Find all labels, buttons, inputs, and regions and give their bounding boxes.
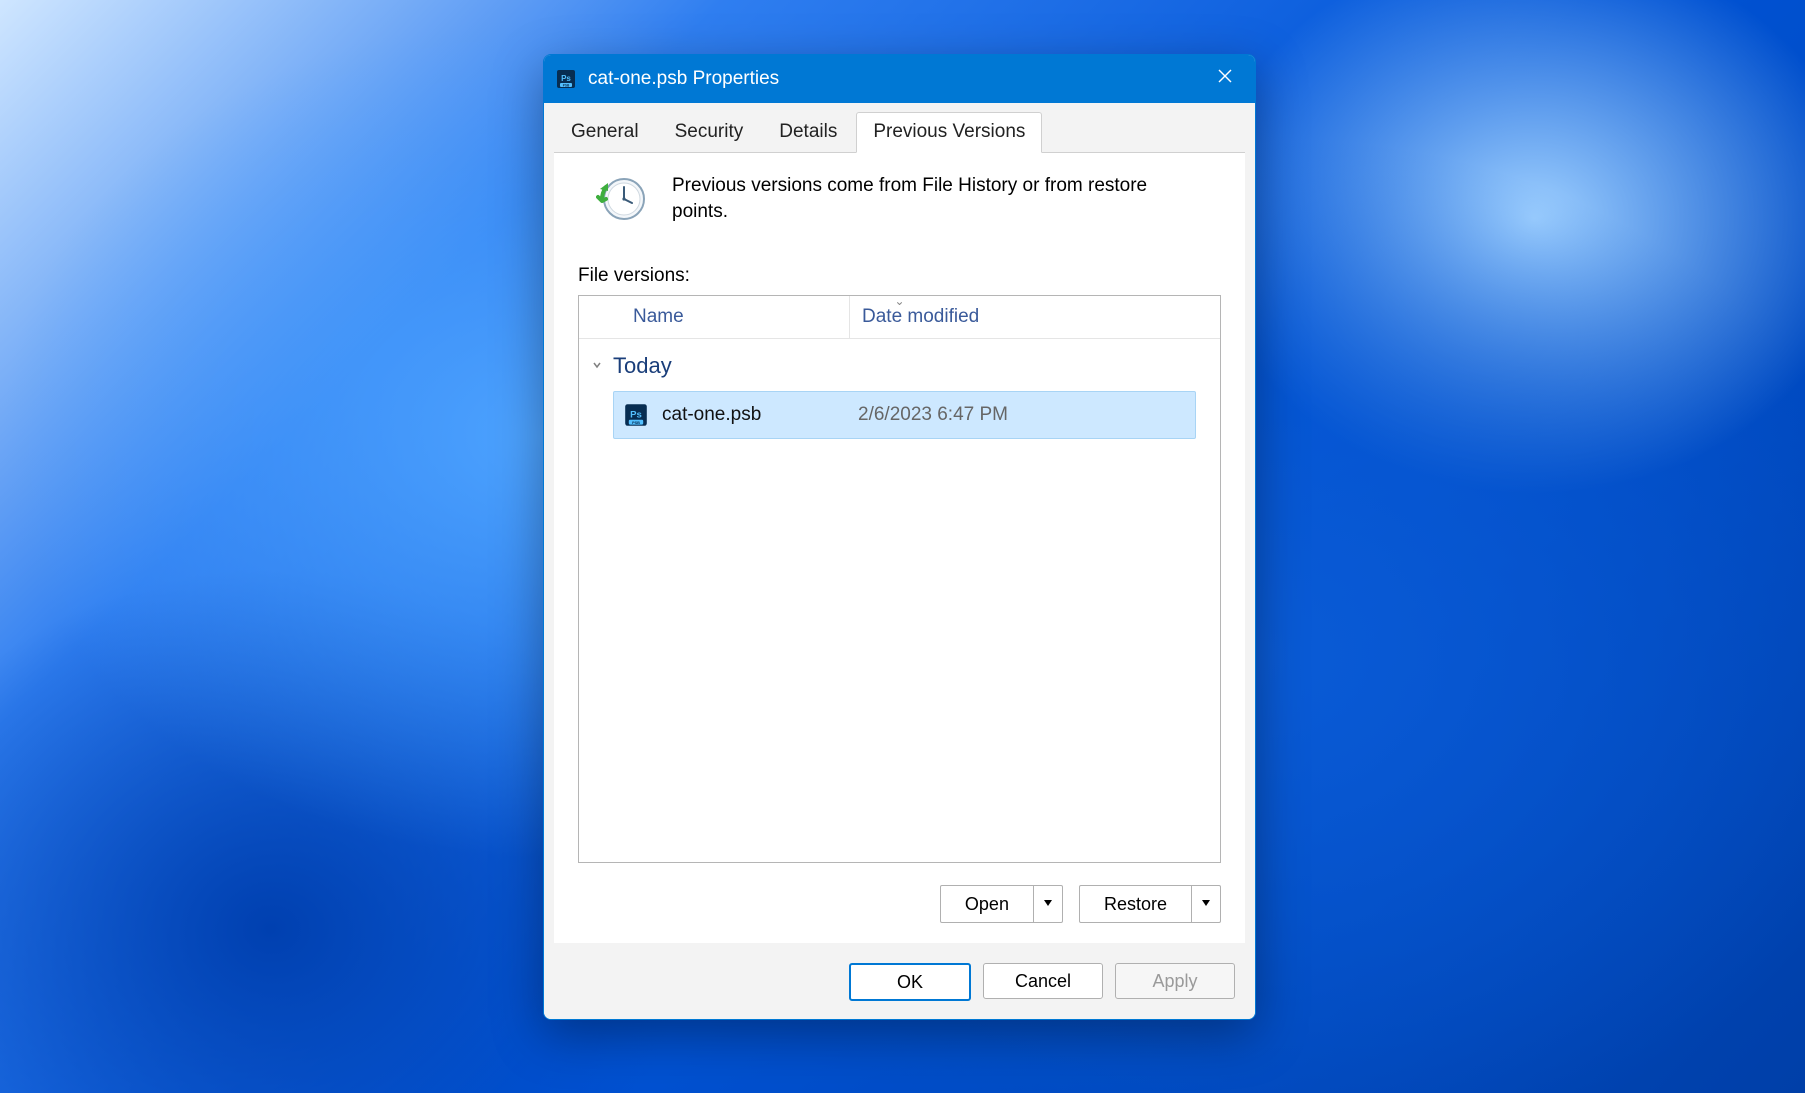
version-row[interactable]: Ps PSB cat-one.psb 2/6/2023 6:47 PM [613, 391, 1196, 439]
tab-strip: General Security Details Previous Versio… [544, 103, 1255, 152]
svg-text:Ps: Ps [561, 74, 571, 83]
info-row: Previous versions come from File History… [578, 173, 1221, 225]
caret-down-icon [1201, 895, 1211, 913]
window-title: cat-one.psb Properties [588, 68, 779, 90]
sort-indicator-icon: ⌄ [894, 294, 904, 308]
ok-button[interactable]: OK [849, 963, 971, 1001]
versions-body: Today Ps PSB cat-one.psb 2/6/202 [579, 339, 1220, 862]
version-actions: Open Restore [578, 885, 1221, 923]
psb-file-icon: Ps PSB [624, 403, 648, 427]
svg-text:PSB: PSB [563, 83, 570, 87]
group-label: Today [613, 353, 672, 379]
svg-text:PSB: PSB [632, 421, 640, 425]
tab-details[interactable]: Details [762, 112, 854, 153]
restore-split-button: Restore [1079, 885, 1221, 923]
close-icon [1217, 68, 1233, 90]
file-history-icon [596, 173, 648, 225]
column-header-name[interactable]: Name [579, 306, 849, 328]
apply-button: Apply [1115, 963, 1235, 999]
properties-dialog: Ps PSB cat-one.psb Properties General Se… [543, 54, 1256, 1020]
open-button[interactable]: Open [941, 886, 1033, 922]
column-header-date[interactable]: Date modified [849, 296, 1220, 338]
column-header-date-label: Date modified [862, 306, 979, 328]
psb-file-icon: Ps PSB [556, 69, 576, 89]
tab-previous-versions[interactable]: Previous Versions [856, 112, 1042, 153]
desktop-background: Ps PSB cat-one.psb Properties General Se… [0, 0, 1805, 1093]
previous-versions-panel: Previous versions come from File History… [554, 152, 1245, 943]
file-versions-label: File versions: [578, 265, 1221, 287]
caret-down-icon [1043, 895, 1053, 913]
close-button[interactable] [1195, 55, 1255, 103]
svg-text:Ps: Ps [630, 409, 642, 420]
open-split-button: Open [940, 885, 1063, 923]
dialog-buttons: OK Cancel Apply [544, 953, 1255, 1019]
group-today[interactable]: Today [585, 349, 1214, 383]
file-versions-list: ⌄ Name Date modified Today [578, 295, 1221, 863]
cancel-button[interactable]: Cancel [983, 963, 1103, 999]
version-filename: cat-one.psb [662, 404, 858, 426]
chevron-down-icon [591, 358, 603, 374]
restore-button[interactable]: Restore [1080, 886, 1191, 922]
open-dropdown-button[interactable] [1033, 886, 1062, 922]
version-date: 2/6/2023 6:47 PM [858, 404, 1008, 426]
titlebar[interactable]: Ps PSB cat-one.psb Properties [544, 55, 1255, 103]
restore-dropdown-button[interactable] [1191, 886, 1220, 922]
tab-general[interactable]: General [554, 112, 656, 153]
column-headers: ⌄ Name Date modified [579, 296, 1220, 339]
tab-security[interactable]: Security [658, 112, 761, 153]
info-text: Previous versions come from File History… [672, 173, 1172, 224]
